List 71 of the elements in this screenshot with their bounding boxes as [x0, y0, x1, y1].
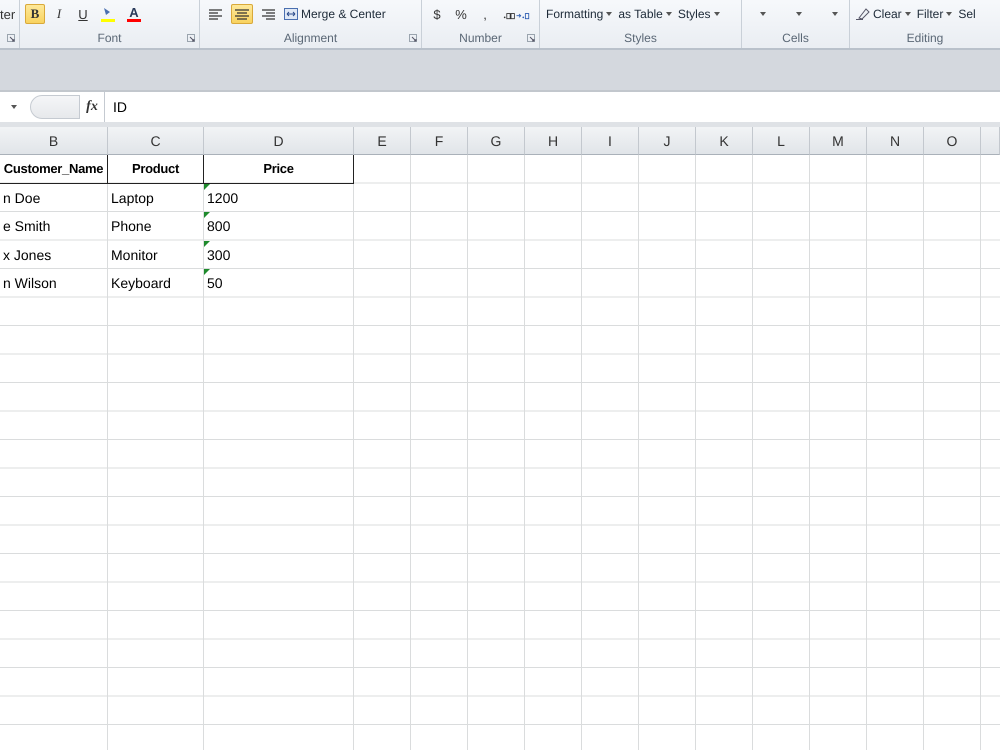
- column-header[interactable]: O: [924, 127, 981, 155]
- caret-icon: [904, 12, 911, 16]
- number-format-button[interactable]: %: [451, 4, 471, 24]
- dialog-launcher-icon[interactable]: [527, 34, 535, 42]
- column-header[interactable]: K: [696, 127, 753, 155]
- table-cell-text: Monitor: [110, 246, 159, 265]
- ribbon-button[interactable]: Sel: [957, 7, 977, 21]
- table-cell-text: Phone: [110, 217, 152, 236]
- dialog-launcher-icon[interactable]: [7, 34, 15, 42]
- column-header[interactable]: N: [867, 127, 924, 155]
- merge-icon: [284, 8, 298, 20]
- table-cell: 50: [204, 269, 354, 298]
- dialog-launcher-icon[interactable]: [409, 34, 417, 42]
- align-center-icon: [235, 8, 249, 20]
- number-format-button[interactable]: ,: [475, 4, 495, 24]
- table-cell-text: Keyboard: [110, 274, 172, 294]
- bold-button[interactable]: B: [25, 4, 45, 24]
- ribbon-button[interactable]: Formatting: [545, 7, 614, 21]
- table-cell: 300: [204, 240, 354, 269]
- underline-button[interactable]: U: [73, 4, 93, 24]
- number-format-button[interactable]: $: [427, 4, 447, 24]
- eraser-icon: [856, 8, 870, 20]
- group-label: Number: [459, 31, 502, 45]
- column-header[interactable]: C: [108, 127, 204, 155]
- column-header[interactable]: F: [411, 127, 468, 155]
- caret-icon: [796, 12, 802, 16]
- table-cell-text: n Doe: [2, 188, 42, 208]
- column-header[interactable]: E: [354, 127, 411, 155]
- ribbon-button[interactable]: as Table: [617, 7, 673, 21]
- group-label: Alignment: [284, 31, 338, 45]
- ribbon-button[interactable]: Filter: [916, 7, 954, 21]
- group-label: Cells: [782, 31, 809, 45]
- insert-function-button[interactable]: fx: [80, 99, 104, 115]
- caret-icon: [666, 12, 672, 16]
- group-label: Editing: [906, 31, 944, 45]
- caret-icon: [760, 12, 766, 16]
- merge-center-button[interactable]: Merge & Center: [283, 7, 387, 21]
- group-label: Font: [97, 31, 122, 45]
- column-header[interactable]: G: [468, 127, 525, 155]
- group-label: Styles: [624, 31, 657, 45]
- clear-button[interactable]: Clear: [855, 7, 912, 21]
- column-header[interactable]: L: [753, 127, 810, 155]
- table-cell-text: x Jones: [2, 246, 52, 265]
- header-cell: Product: [108, 155, 204, 184]
- column-header[interactable]: M: [810, 127, 867, 155]
- header-cell: Price: [204, 155, 354, 184]
- caret-icon: [832, 12, 838, 16]
- column-header[interactable]: I: [582, 127, 639, 155]
- dialog-launcher-icon[interactable]: [187, 34, 195, 42]
- align-right-icon: [261, 8, 275, 20]
- table-cell-text: e Smith: [2, 217, 52, 236]
- column-header[interactable]: J: [639, 127, 696, 155]
- font-color-button[interactable]: A: [123, 4, 145, 24]
- table-cell: 1200: [204, 184, 354, 212]
- table-cell: 800: [204, 212, 354, 240]
- column-header[interactable]: H: [525, 127, 582, 155]
- align-left-icon: [209, 8, 223, 20]
- name-box-handle[interactable]: [30, 95, 80, 119]
- table-cell-text: Laptop: [110, 188, 155, 208]
- header-cell: Customer_Name: [0, 155, 108, 184]
- ribbon-button[interactable]: Styles: [676, 7, 721, 21]
- caret-icon: [946, 12, 952, 16]
- column-header[interactable]: B: [0, 127, 108, 155]
- column-header[interactable]: D: [204, 127, 354, 155]
- ribbon-label: ter: [0, 6, 16, 22]
- align-center-button[interactable]: [231, 4, 253, 24]
- caret-icon: [714, 12, 720, 16]
- table-cell-text: n Wilson: [2, 274, 58, 294]
- italic-button[interactable]: I: [49, 4, 69, 24]
- caret-icon: [11, 105, 17, 109]
- caret-icon: [606, 12, 612, 16]
